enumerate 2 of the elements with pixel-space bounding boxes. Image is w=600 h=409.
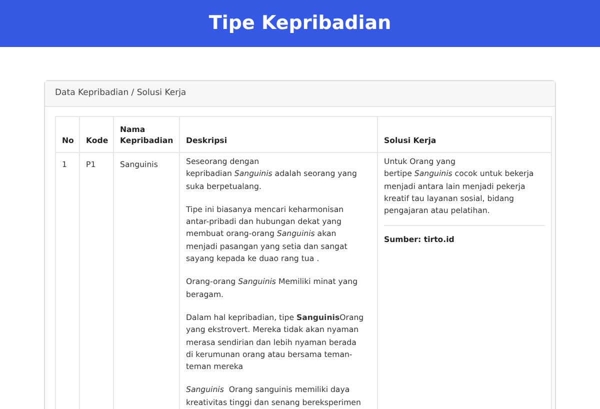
card-title: Data Kepribadian / Solusi Kerja	[55, 87, 186, 100]
page-title: Tipe Kepribadian	[208, 11, 392, 36]
